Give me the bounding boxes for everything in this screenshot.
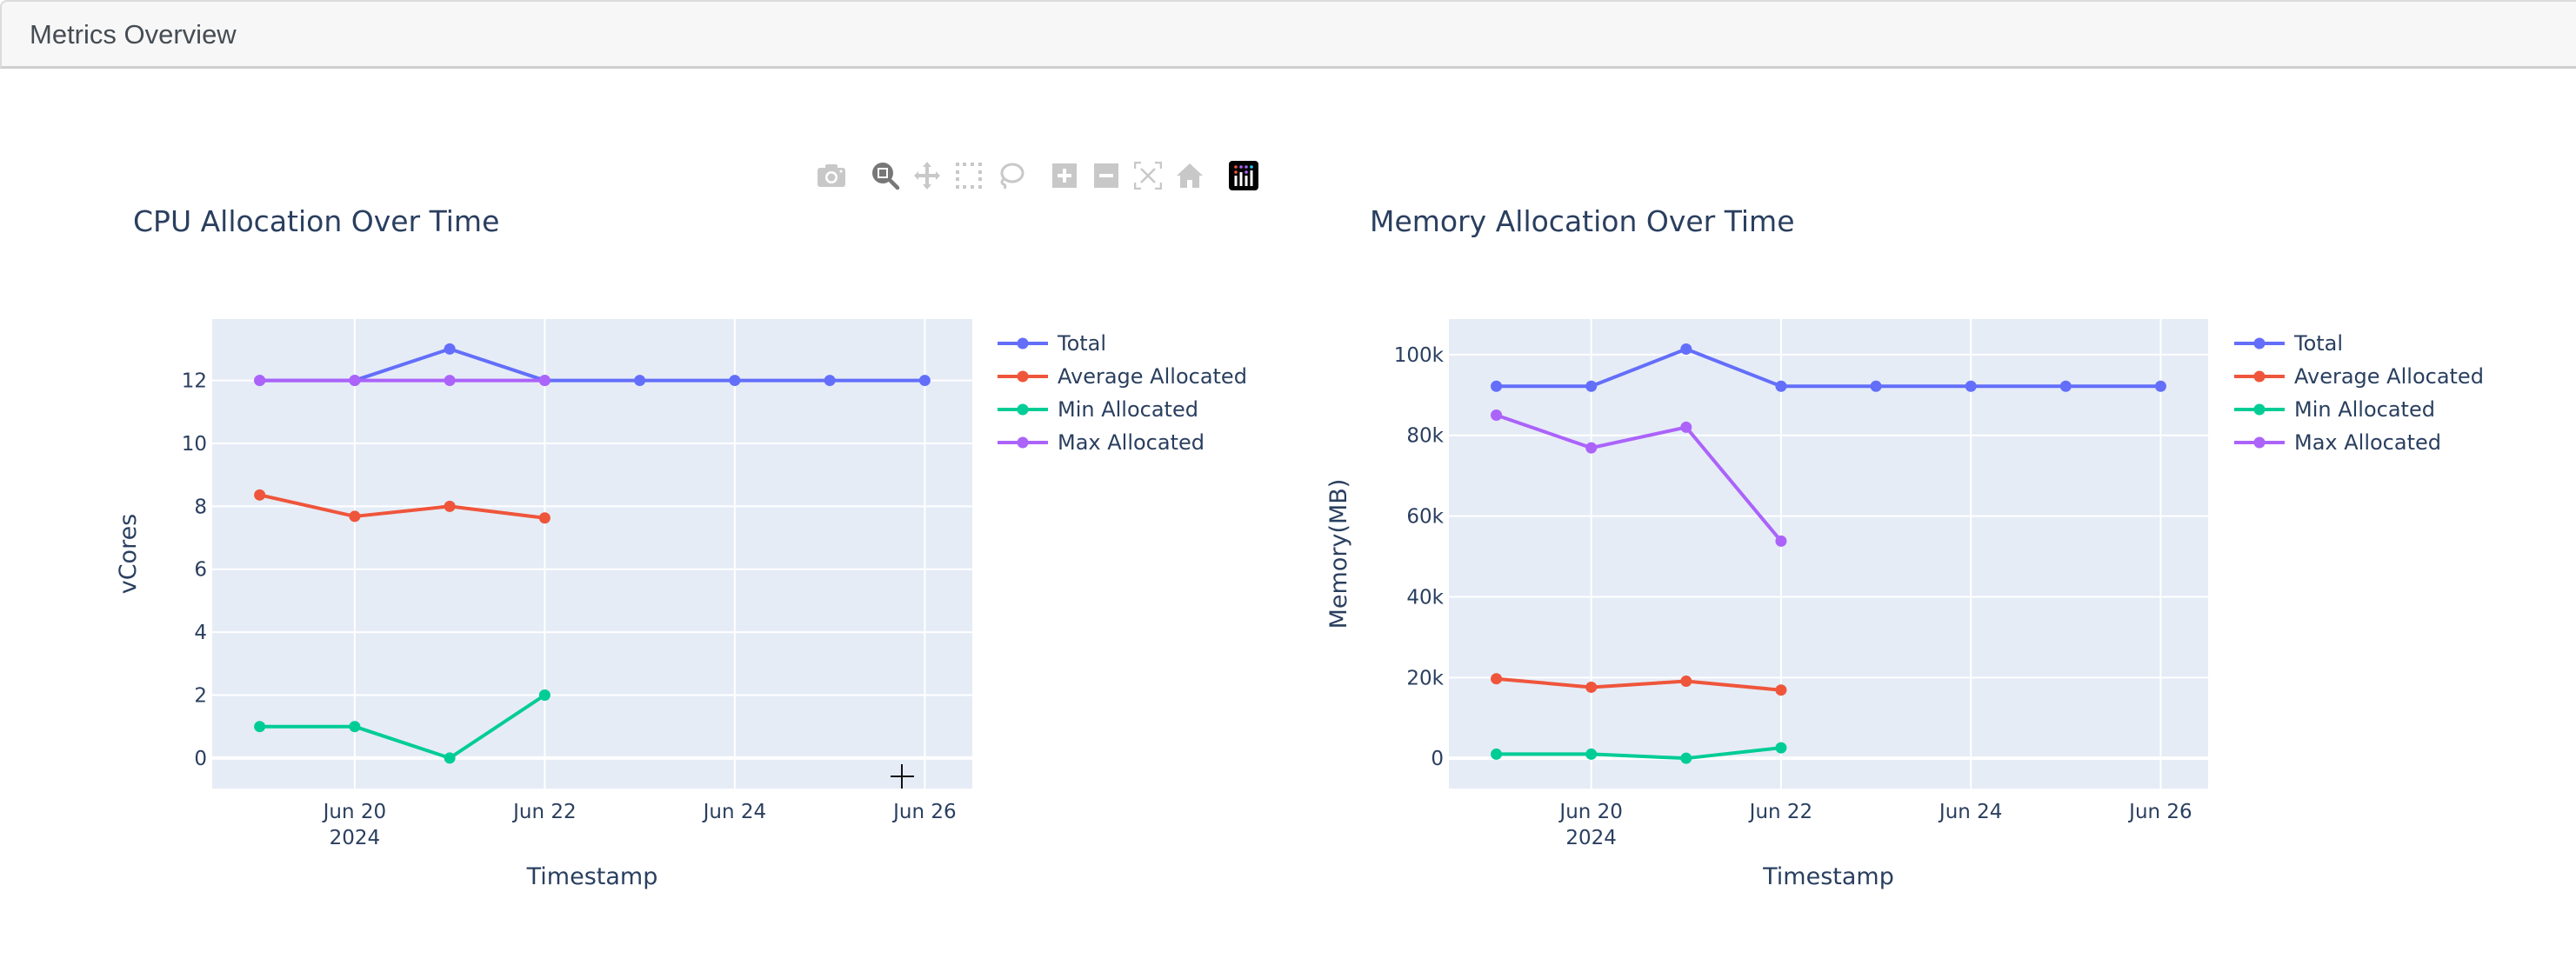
data-point[interactable]	[2154, 380, 2166, 392]
data-point[interactable]	[1775, 535, 1787, 547]
data-point[interactable]	[538, 512, 551, 524]
data-point[interactable]	[444, 500, 456, 512]
data-point[interactable]	[444, 752, 456, 764]
data-point[interactable]	[1491, 409, 1503, 422]
cpu-y-tick-label: 12	[182, 370, 207, 393]
cpu-y-tick-label: 8	[194, 496, 207, 518]
data-point[interactable]	[1680, 675, 1692, 687]
data-point[interactable]	[254, 375, 266, 387]
cpu-y-tick-label: 2	[194, 685, 207, 708]
memory-x-axis-title: Timestamp	[1762, 863, 1894, 890]
memory-plot-area[interactable]	[1449, 319, 2208, 789]
data-point[interactable]	[538, 689, 551, 702]
legend-label: Total	[2293, 331, 2343, 356]
cpu-chart: CPU Allocation Over Time 0 2 4 6 8 10 12 Jun 20 2…	[115, 204, 1247, 890]
memory-x-tick-label: Jun 20	[1558, 801, 1623, 823]
cpu-x-tick-sublabel: 2024	[330, 827, 381, 849]
data-point[interactable]	[1680, 421, 1692, 433]
memory-y-tick-label: 100k	[1394, 344, 1445, 367]
legend-swatch-marker	[2253, 370, 2266, 383]
memory-y-tick-label: 60k	[1406, 506, 1444, 529]
data-point[interactable]	[1870, 380, 1882, 392]
legend-swatch-marker	[1017, 337, 1029, 350]
data-point[interactable]	[729, 375, 741, 387]
cpu-y-tick-label: 0	[194, 748, 207, 770]
data-point[interactable]	[1775, 742, 1787, 754]
data-point[interactable]	[1965, 380, 1977, 392]
memory-y-tick-label: 80k	[1406, 425, 1444, 448]
data-point[interactable]	[254, 721, 266, 733]
memory-x-tick-label: Jun 24	[1938, 801, 2003, 823]
data-point[interactable]	[444, 375, 456, 387]
memory-legend-item[interactable]: Total	[2234, 331, 2343, 356]
memory-chart: Memory Allocation Over Time 0 20k 40k 60k 80k…	[1325, 204, 2484, 890]
cpu-y-tick-label: 10	[182, 433, 207, 456]
data-point[interactable]	[1585, 442, 1598, 454]
memory-legend-item[interactable]: Min Allocated	[2234, 397, 2435, 422]
memory-y-tick-label: 0	[1431, 748, 1444, 770]
data-point[interactable]	[1585, 681, 1598, 693]
data-point[interactable]	[1585, 380, 1598, 392]
data-point[interactable]	[1491, 748, 1503, 760]
cpu-x-tick-label: Jun 20	[322, 801, 387, 823]
legend-swatch-marker	[2253, 436, 2266, 449]
legend-swatch-marker	[2253, 337, 2266, 350]
legend-swatch-marker	[1017, 370, 1029, 383]
charts-canvas: CPU Allocation Over Time 0 2 4 6 8 10 12 Jun 20 2…	[115, 204, 2484, 890]
cpu-legend-item[interactable]: Max Allocated	[998, 430, 1205, 455]
data-point[interactable]	[349, 721, 361, 733]
memory-y-axis-title: Memory(MB)	[1325, 479, 1352, 629]
cpu-x-axis-title: Timestamp	[526, 863, 658, 890]
memory-legend-item[interactable]: Max Allocated	[2234, 430, 2441, 455]
cpu-x-tick-label: Jun 24	[702, 801, 767, 823]
cpu-plot-area[interactable]	[212, 319, 972, 789]
cpu-legend-item[interactable]: Min Allocated	[998, 397, 1198, 422]
memory-x-tick-label: Jun 22	[1748, 801, 1813, 823]
legend-label: Total	[1057, 331, 1106, 356]
data-point[interactable]	[349, 375, 361, 387]
data-point[interactable]	[1680, 343, 1692, 355]
data-point[interactable]	[2059, 380, 2072, 392]
data-point[interactable]	[634, 375, 646, 387]
data-point[interactable]	[1775, 380, 1787, 392]
data-point[interactable]	[918, 375, 931, 387]
cpu-chart-title: CPU Allocation Over Time	[133, 204, 499, 238]
legend-label: Min Allocated	[1058, 397, 1198, 422]
data-point[interactable]	[1585, 748, 1598, 760]
data-point[interactable]	[1491, 380, 1503, 392]
legend-swatch-marker	[2253, 403, 2266, 416]
memory-x-tick-sublabel: 2024	[1565, 827, 1617, 849]
data-point[interactable]	[444, 343, 456, 355]
data-point[interactable]	[1680, 752, 1692, 764]
memory-chart-title: Memory Allocation Over Time	[1370, 204, 1795, 238]
cpu-x-tick-label: Jun 22	[511, 801, 577, 823]
memory-legend-item[interactable]: Average Allocated	[2234, 364, 2484, 389]
legend-label: Average Allocated	[1058, 364, 1247, 389]
data-point[interactable]	[538, 375, 551, 387]
data-point[interactable]	[1775, 684, 1787, 696]
cpu-legend-item[interactable]: Average Allocated	[998, 364, 1247, 389]
memory-x-tick-label: Jun 26	[2127, 801, 2192, 823]
cpu-legend-item[interactable]: Total	[998, 331, 1106, 356]
data-point[interactable]	[349, 510, 361, 523]
legend-label: Max Allocated	[2294, 430, 2441, 455]
legend-label: Max Allocated	[1058, 430, 1205, 455]
cpu-y-tick-label: 6	[194, 559, 207, 582]
data-point[interactable]	[254, 489, 266, 501]
cpu-y-axis-title: vCores	[115, 514, 142, 595]
memory-y-tick-label: 20k	[1406, 667, 1444, 689]
data-point[interactable]	[1491, 673, 1503, 685]
legend-label: Min Allocated	[2294, 397, 2435, 422]
legend-label: Average Allocated	[2294, 364, 2484, 389]
data-point[interactable]	[824, 375, 836, 387]
memory-y-tick-label: 40k	[1406, 586, 1444, 609]
cpu-y-tick-label: 4	[194, 622, 207, 644]
legend-swatch-marker	[1017, 403, 1029, 416]
legend-swatch-marker	[1017, 436, 1029, 449]
cpu-x-tick-label: Jun 26	[891, 801, 957, 823]
